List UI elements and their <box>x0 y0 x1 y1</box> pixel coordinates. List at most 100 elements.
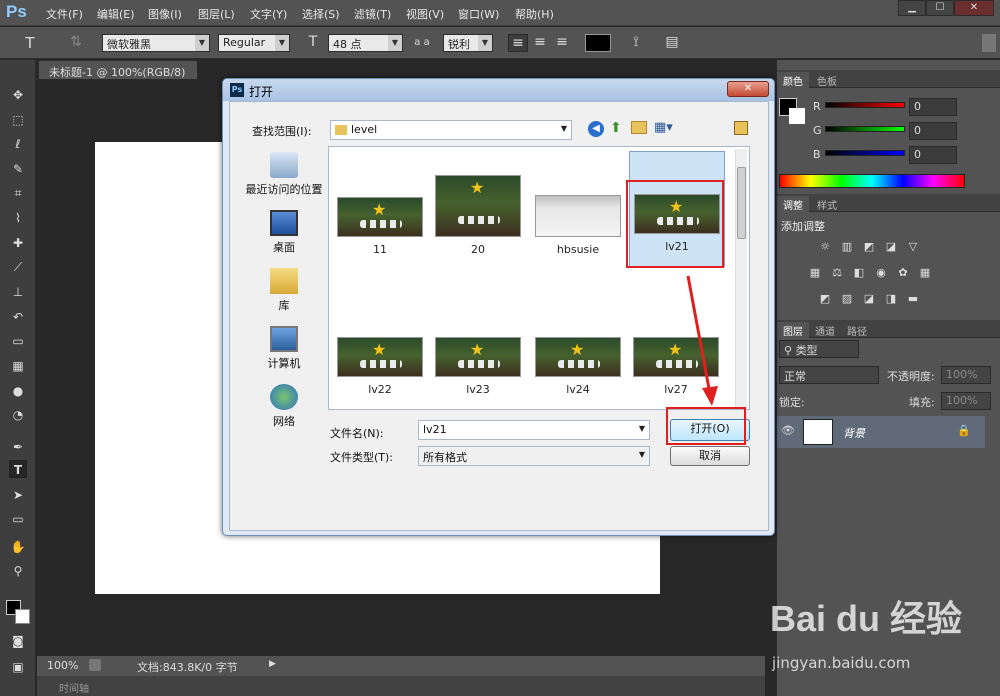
invert-icon[interactable]: ◩ <box>817 292 833 306</box>
view-menu-icon[interactable]: ▦▾ <box>654 120 673 135</box>
text-color-swatch[interactable] <box>585 34 611 52</box>
threshold-icon[interactable]: ◪ <box>861 292 877 306</box>
channel-mixer-icon[interactable]: ✿ <box>895 266 911 280</box>
back-icon[interactable]: ◀ <box>588 121 604 137</box>
preview-icon[interactable] <box>734 121 748 135</box>
menu-type[interactable]: 文字(Y) <box>250 6 287 22</box>
text-tool-icon[interactable]: T <box>9 460 27 478</box>
filename-input[interactable]: lv21 ▼ <box>418 420 650 440</box>
black-white-icon[interactable]: ◧ <box>851 266 867 280</box>
file-list-scrollbar[interactable] <box>735 149 747 407</box>
levels-icon[interactable]: ▥ <box>839 240 855 254</box>
zoom-tool-icon[interactable]: ⚲ <box>9 562 27 580</box>
menu-layer[interactable]: 图层(L) <box>198 6 235 22</box>
tab-color[interactable]: 颜色 <box>777 72 809 89</box>
brush-tool-icon[interactable]: ⟋ <box>9 258 27 276</box>
scrollbar-thumb[interactable] <box>737 167 746 239</box>
tab-swatches[interactable]: 色板 <box>811 72 843 89</box>
close-icon[interactable]: ✕ <box>727 81 769 97</box>
toggle-orientation-icon[interactable]: ⇅ <box>66 34 86 52</box>
eyedropper-tool-icon[interactable]: ⌇ <box>9 209 27 227</box>
dodge-tool-icon[interactable]: ◔ <box>9 406 27 424</box>
pen-tool-icon[interactable]: ✒ <box>9 438 27 456</box>
selective-color-icon[interactable]: ◨ <box>883 292 899 306</box>
path-select-icon[interactable]: ➤ <box>9 486 27 504</box>
photo-filter-icon[interactable]: ◉ <box>873 266 889 280</box>
curves-icon[interactable]: ◩ <box>861 240 877 254</box>
history-brush-icon[interactable]: ↶ <box>9 308 27 326</box>
place-computer[interactable]: 计算机 <box>236 326 332 382</box>
menu-image[interactable]: 图像(I) <box>148 6 182 22</box>
share-icon[interactable] <box>89 659 101 671</box>
color-lookup-icon[interactable]: ▦ <box>917 266 933 280</box>
antialias-select[interactable]: 锐利 ▼ <box>443 34 493 52</box>
gradient-map-icon[interactable]: ▬ <box>905 292 921 306</box>
align-right-icon[interactable]: ≡ <box>552 34 572 52</box>
file-item[interactable]: hbsusie <box>535 195 621 256</box>
file-item[interactable]: ★ lv24 <box>535 337 621 396</box>
cancel-button[interactable]: 取消 <box>670 446 750 466</box>
file-item[interactable]: ★ lv23 <box>435 337 521 396</box>
quick-mask-icon[interactable]: ◙ <box>9 632 27 650</box>
b-value[interactable]: 0 <box>909 146 957 164</box>
file-item[interactable]: ★ 11 <box>337 197 423 256</box>
lasso-tool-icon[interactable]: ℓ <box>9 135 27 153</box>
hue-saturation-icon[interactable]: ▦ <box>807 266 823 280</box>
tab-paths[interactable]: 路径 <box>841 322 873 339</box>
tab-layers[interactable]: 图层 <box>777 322 809 339</box>
up-folder-icon[interactable]: ⬆ <box>610 120 622 136</box>
bg-swatch[interactable] <box>789 108 805 124</box>
clone-stamp-icon[interactable]: ⊥ <box>9 283 27 301</box>
workspace-switcher[interactable] <box>982 34 996 52</box>
timeline-bar[interactable]: 时间轴 <box>37 676 765 696</box>
place-recent[interactable]: 最近访问的位置 <box>236 152 332 208</box>
exposure-icon[interactable]: ◪ <box>883 240 899 254</box>
play-icon[interactable]: ▶ <box>269 659 276 669</box>
menu-help[interactable]: 帮助(H) <box>515 6 554 22</box>
move-tool-icon[interactable]: ✥ <box>9 86 27 104</box>
font-family-select[interactable]: 微软雅黑 ▼ <box>102 34 210 52</box>
minimize-icon[interactable]: ▁ <box>898 0 926 16</box>
menu-filter[interactable]: 滤镜(T) <box>354 6 391 22</box>
g-value[interactable]: 0 <box>909 122 957 140</box>
screen-mode-icon[interactable]: ▣ <box>9 658 27 676</box>
menu-edit[interactable]: 编辑(E) <box>97 6 135 22</box>
place-network[interactable]: 网络 <box>236 384 332 440</box>
g-slider[interactable] <box>825 126 905 132</box>
blend-mode-select[interactable]: 正常 <box>779 366 879 384</box>
menu-window[interactable]: 窗口(W) <box>458 6 499 22</box>
crop-tool-icon[interactable]: ⌗ <box>9 184 27 202</box>
close-icon[interactable]: ✕ <box>954 0 994 16</box>
document-tab[interactable]: 未标题-1 @ 100%(RGB/8) × <box>38 60 198 93</box>
healing-brush-icon[interactable]: ✚ <box>9 234 27 252</box>
r-value[interactable]: 0 <box>909 98 957 116</box>
marquee-tool-icon[interactable]: ⬚ <box>9 111 27 129</box>
maximize-icon[interactable]: ☐ <box>926 0 954 16</box>
align-center-icon[interactable]: ≡ <box>530 34 550 52</box>
align-left-icon[interactable]: ≡ <box>508 34 528 52</box>
tab-adjustments[interactable]: 调整 <box>777 196 809 213</box>
r-slider[interactable] <box>825 102 905 108</box>
tab-styles[interactable]: 样式 <box>811 196 843 213</box>
menu-select[interactable]: 选择(S) <box>302 6 340 22</box>
tab-channels[interactable]: 通道 <box>809 322 841 339</box>
new-folder-icon[interactable] <box>631 121 647 134</box>
hand-tool-icon[interactable]: ✋ <box>9 538 27 556</box>
visibility-icon[interactable]: 👁 <box>781 424 795 437</box>
background-color[interactable] <box>15 609 30 624</box>
brightness-icon[interactable]: ☼ <box>817 240 833 254</box>
fill-value[interactable]: 100% <box>941 392 991 410</box>
gradient-tool-icon[interactable]: ▦ <box>9 357 27 375</box>
b-slider[interactable] <box>825 150 905 156</box>
menu-view[interactable]: 视图(V) <box>406 6 444 22</box>
filetype-select[interactable]: 所有格式 ▼ <box>418 446 650 466</box>
rectangle-tool-icon[interactable]: ▭ <box>9 510 27 528</box>
layer-filter-select[interactable]: ⚲ 类型 <box>779 340 859 358</box>
file-item[interactable]: ★ 20 <box>435 175 521 257</box>
place-desktop[interactable]: 桌面 <box>236 210 332 266</box>
layer-row[interactable]: 👁 背景 🔒 <box>777 416 985 448</box>
eraser-tool-icon[interactable]: ▭ <box>9 332 27 350</box>
character-panel-icon[interactable]: ▤ <box>662 34 682 52</box>
zoom-level[interactable]: 100% <box>47 659 78 672</box>
color-balance-icon[interactable]: ⚖ <box>829 266 845 280</box>
